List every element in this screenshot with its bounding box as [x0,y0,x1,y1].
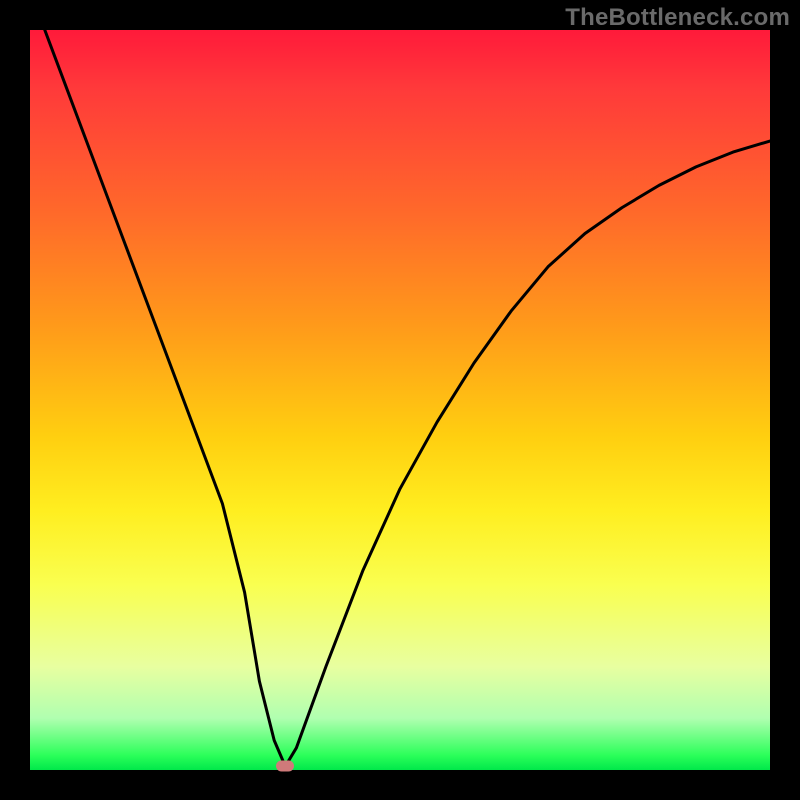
minimum-marker [276,761,294,772]
plot-area [30,30,770,770]
chart-frame: TheBottleneck.com [0,0,800,800]
watermark-text: TheBottleneck.com [565,4,790,32]
bottleneck-curve [45,30,770,766]
curve-layer [30,30,770,770]
